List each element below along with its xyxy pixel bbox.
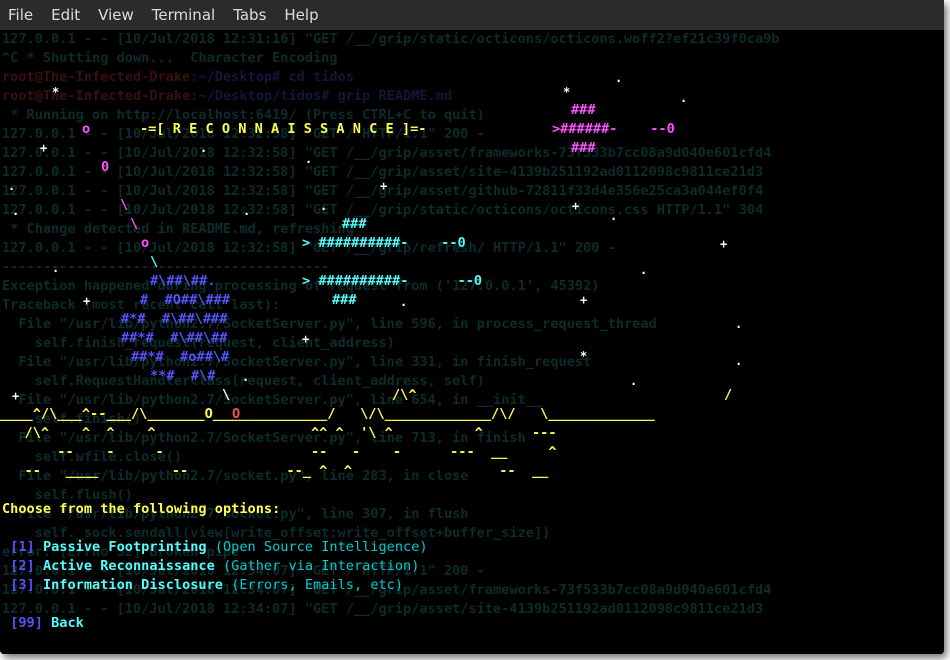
ground-line-3: -- - - -- - - --- __ ^ [0, 444, 557, 460]
ground-line-1: ____^/\___^--___/\_______O______________… [0, 406, 655, 422]
menu-terminal[interactable]: Terminal [143, 0, 224, 30]
terminal-area[interactable]: 127.0.0.1 - - [10/Jul/2018 12:31:16] "GE… [0, 30, 944, 654]
prompt-text: Choose from the following options: [2, 501, 281, 517]
arrow-mid-2: > ##########- --0 [302, 273, 483, 289]
star-icon: * [52, 85, 60, 99]
star-icon: . [630, 374, 638, 388]
drake-line-2: # #O##\### [140, 292, 231, 308]
ground-o: O [232, 406, 241, 422]
star-icon: . [735, 317, 743, 331]
menu-edit[interactable]: Edit [42, 0, 89, 30]
star-icon: . [320, 199, 328, 213]
star-icon: + [580, 293, 588, 307]
star-icon: . [243, 204, 251, 218]
drake-line-1: #\##\##. [150, 273, 216, 289]
star-icon: . [8, 179, 16, 193]
arrow-mid-1: > ##########- --0 [302, 235, 466, 251]
menu-view[interactable]: View [89, 0, 143, 30]
option-disclosure[interactable]: [3] Information Disclosure (Errors, Emai… [2, 576, 428, 595]
arrow-mid-hash-lower: ### [332, 292, 357, 308]
arrow-mid-hash-upper: ### [342, 216, 367, 232]
menu-help[interactable]: Help [275, 0, 327, 30]
peak-1: /\^ [392, 387, 417, 403]
drake-line-4: ##*# #\##\## [121, 330, 228, 346]
tail-slash-3: \ [150, 254, 159, 270]
terminal-window: File Edit View Terminal Tabs Help 127.0.… [0, 0, 944, 654]
options-menu: Choose from the following options: [1] P… [0, 500, 428, 631]
banner-title: -=[ R E C O N N A I S S A N C E ]=- [140, 121, 427, 137]
menu-bar: File Edit View Terminal Tabs Help [0, 0, 944, 31]
tail-o-1: o [82, 121, 91, 137]
menu-file[interactable]: File [0, 0, 42, 30]
peak-2: / [724, 387, 733, 403]
star-icon: * [580, 349, 588, 363]
option-passive[interactable]: [1] Passive Footprinting (Open Source In… [2, 538, 427, 557]
star-icon: * [563, 85, 571, 99]
ground-slash: \ [222, 387, 231, 403]
arrow-top-hash-upper: ### [571, 102, 596, 118]
drake-line-3: #*# #\##\### [121, 311, 228, 327]
banner-title-frame: -=[ R E C O N N A I S S A N C E ]=- [140, 120, 426, 139]
star-icon: + [380, 179, 388, 193]
tail-o-2: 0 [101, 159, 110, 175]
star-icon: . [12, 204, 20, 218]
option-back[interactable]: [99] Back [2, 614, 428, 633]
option-active[interactable]: [2] Active Reconnaissance (Gather via In… [2, 557, 428, 576]
star-icon: . [200, 141, 208, 155]
star-icon: + [720, 237, 728, 251]
star-icon: . [640, 263, 648, 277]
star-icon: . [52, 261, 60, 275]
star-icon: + [83, 294, 91, 308]
drake-line-5: ##*# #o##\# [131, 349, 230, 365]
star-icon: + [12, 389, 20, 403]
star-icon: . [615, 71, 623, 85]
star-icon: . [680, 91, 688, 105]
drake-line-6: **# #\# [150, 368, 216, 384]
star-icon: . [400, 295, 408, 309]
arrow-top: >######- --0 [552, 121, 675, 137]
star-icon: + [40, 141, 48, 155]
menu-tabs[interactable]: Tabs [224, 0, 275, 30]
star-icon: . [305, 152, 313, 166]
star-icon: . [610, 209, 618, 223]
ground-line-2: /\^ ^ ^ ^ ^^ ^ '\ ^ ^ --- [0, 425, 557, 441]
arrow-top-hash-lower: ### [571, 140, 596, 156]
star-icon: + [572, 199, 580, 213]
star-icon: . [735, 354, 743, 368]
star-icon: + [302, 332, 310, 346]
tail-slash-1: \ [120, 197, 129, 213]
star-icon: . [242, 370, 250, 384]
tail-slash-2: \ [130, 216, 139, 232]
ground-line-4: -- ____ -- --_ ^ ^ -- __ [0, 463, 549, 479]
tail-o-3: o [141, 235, 150, 251]
